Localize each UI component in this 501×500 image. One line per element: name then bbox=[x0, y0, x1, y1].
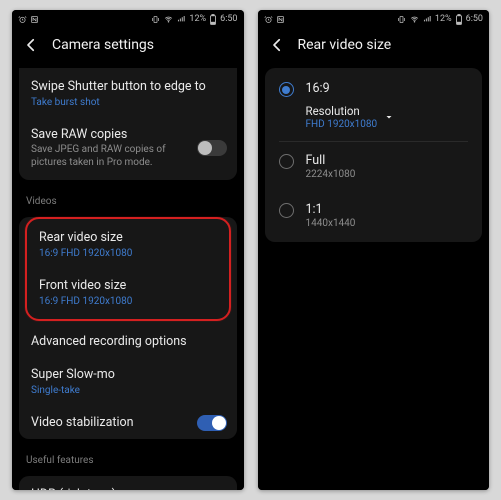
signal-icon bbox=[423, 15, 432, 24]
row-title: Save RAW copies bbox=[31, 127, 225, 143]
row-advanced-recording[interactable]: Advanced recording options bbox=[19, 325, 237, 359]
row-sub: Single-take bbox=[31, 384, 225, 397]
row-sub: Take burst shot bbox=[31, 96, 225, 109]
toggle-video-stabilization[interactable] bbox=[197, 415, 227, 431]
back-icon[interactable] bbox=[268, 36, 286, 54]
battery-percent: 12% bbox=[435, 14, 452, 24]
toggle-save-raw[interactable] bbox=[197, 140, 227, 156]
vibrate-icon bbox=[397, 15, 406, 24]
radio-icon[interactable] bbox=[279, 154, 294, 169]
row-sub: Save JPEG and RAW copies of pictures tak… bbox=[31, 143, 225, 169]
header: Camera settings bbox=[12, 28, 244, 62]
row-front-video-size[interactable]: Front video size 16:9 FHD 1920x1080 bbox=[27, 269, 229, 317]
chevron-down-icon bbox=[383, 111, 395, 123]
radio-icon[interactable] bbox=[279, 82, 294, 97]
nfc-icon bbox=[276, 15, 285, 24]
alarm-icon bbox=[264, 15, 273, 24]
vibrate-icon bbox=[151, 15, 160, 24]
row-title: Video stabilization bbox=[31, 415, 225, 431]
back-icon[interactable] bbox=[22, 36, 40, 54]
row-sub: 16:9 FHD 1920x1080 bbox=[39, 295, 217, 308]
page-title: Rear video size bbox=[298, 37, 392, 53]
clock: 6:50 bbox=[466, 14, 483, 24]
row-super-slow-mo[interactable]: Super Slow-mo Single-take bbox=[19, 358, 237, 406]
resolution-dropdown[interactable]: Resolution FHD 1920x1080 bbox=[306, 104, 469, 130]
options-scroll[interactable]: 16:9 Resolution FHD 1920x1080 Full bbox=[258, 62, 490, 490]
wifi-icon bbox=[409, 15, 420, 24]
phone-left: 12% 6:50 Camera settings Swipe Shutter b… bbox=[12, 10, 244, 490]
nfc-icon bbox=[30, 15, 39, 24]
clock: 6:50 bbox=[220, 14, 237, 24]
resolution-value: FHD 1920x1080 bbox=[306, 119, 378, 130]
status-bar: 12% 6:50 bbox=[12, 10, 244, 28]
row-sub: 16:9 FHD 1920x1080 bbox=[39, 247, 217, 260]
section-videos: Videos bbox=[12, 186, 244, 211]
option-label: Full bbox=[306, 153, 469, 168]
section-useful: Useful features bbox=[12, 445, 244, 470]
wifi-icon bbox=[163, 15, 174, 24]
row-swipe-shutter[interactable]: Swipe Shutter button to edge to Take bur… bbox=[19, 70, 237, 118]
option-label: 1:1 bbox=[306, 202, 469, 217]
option-sub: 1440x1440 bbox=[306, 218, 469, 229]
option-1-1[interactable]: 1:1 1440x1440 bbox=[265, 191, 483, 240]
signal-icon bbox=[177, 15, 186, 24]
row-hdr[interactable]: HDR (rich tone) Apply when needed bbox=[19, 478, 237, 490]
phone-right: 12% 6:50 Rear video size 16:9 Resolution… bbox=[258, 10, 490, 490]
settings-scroll[interactable]: Swipe Shutter button to edge to Take bur… bbox=[12, 62, 244, 490]
option-label: 16:9 bbox=[306, 81, 469, 96]
status-bar: 12% 6:50 bbox=[258, 10, 490, 28]
header: Rear video size bbox=[258, 28, 490, 62]
page-title: Camera settings bbox=[52, 37, 154, 53]
row-title: Advanced recording options bbox=[31, 334, 225, 350]
alarm-icon bbox=[18, 15, 27, 24]
row-video-stabilization[interactable]: Video stabilization bbox=[19, 406, 237, 440]
row-title: Super Slow-mo bbox=[31, 367, 225, 383]
option-16-9[interactable]: 16:9 Resolution FHD 1920x1080 bbox=[265, 70, 483, 141]
row-title: HDR (rich tone) bbox=[31, 487, 225, 490]
radio-icon[interactable] bbox=[279, 203, 294, 218]
battery-icon bbox=[455, 14, 463, 25]
option-sub: 2224x1080 bbox=[306, 169, 469, 180]
battery-percent: 12% bbox=[189, 14, 206, 24]
row-title: Swipe Shutter button to edge to bbox=[31, 79, 225, 95]
row-save-raw[interactable]: Save RAW copies Save JPEG and RAW copies… bbox=[19, 118, 237, 179]
row-rear-video-size[interactable]: Rear video size 16:9 FHD 1920x1080 bbox=[27, 221, 229, 269]
row-title: Front video size bbox=[39, 278, 217, 294]
highlight-video-sizes: Rear video size 16:9 FHD 1920x1080 Front… bbox=[25, 217, 231, 320]
row-title: Rear video size bbox=[39, 230, 217, 246]
resolution-label: Resolution bbox=[306, 104, 378, 118]
battery-icon bbox=[209, 14, 217, 25]
option-full[interactable]: Full 2224x1080 bbox=[265, 142, 483, 191]
